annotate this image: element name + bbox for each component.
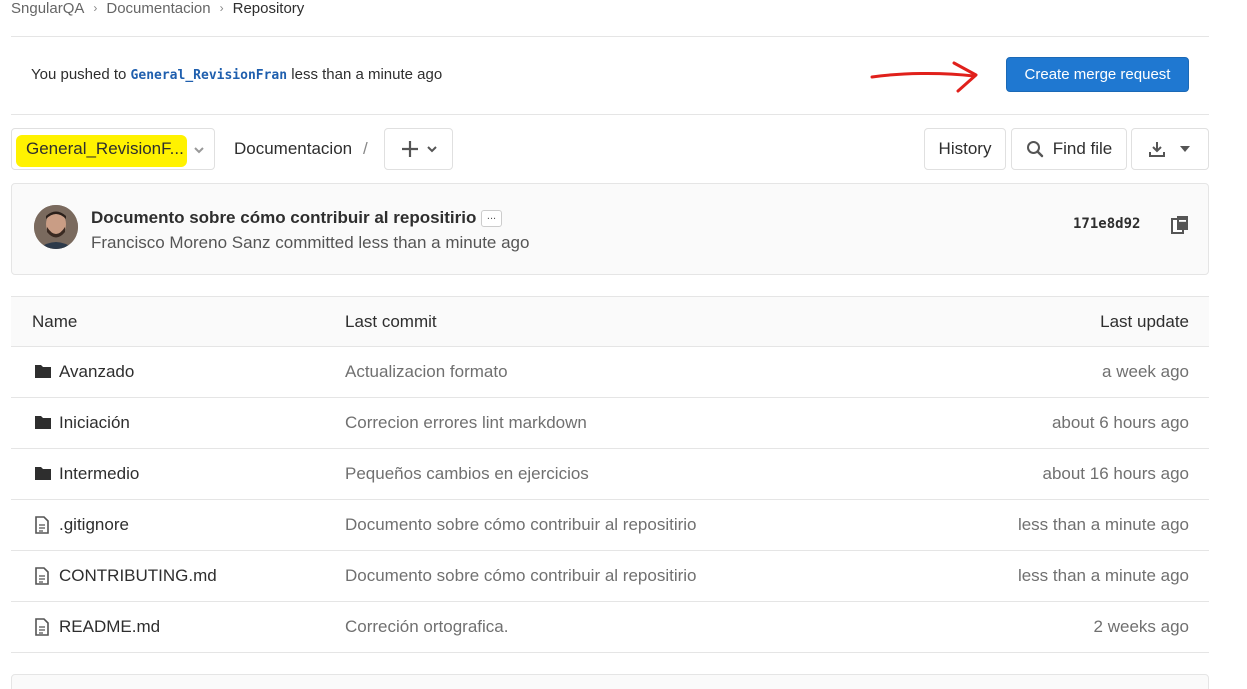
header-name: Name: [32, 312, 78, 331]
create-merge-request-button[interactable]: Create merge request: [1006, 57, 1189, 92]
file-icon: [35, 516, 49, 534]
push-message: You pushed to General_RevisionFran less …: [31, 66, 442, 83]
find-file-button[interactable]: Find file: [1011, 128, 1127, 170]
file-name[interactable]: CONTRIBUTING.md: [59, 566, 217, 586]
folder-icon: [35, 365, 51, 378]
find-file-label: Find file: [1052, 139, 1113, 158]
file-table: Name Last commit Last update Avanzado Ac…: [11, 296, 1209, 653]
expand-commit-button[interactable]: ...: [481, 210, 502, 227]
pushed-branch-name[interactable]: General_RevisionFran: [131, 68, 288, 83]
table-row[interactable]: Iniciación Correcion errores lint markdo…: [11, 398, 1209, 449]
last-update: less than a minute ago: [1017, 566, 1189, 585]
chevron-down-icon: [426, 146, 437, 153]
chevron-down-icon: [1180, 146, 1190, 152]
file-icon: [35, 618, 49, 636]
path-segment[interactable]: Documentacion: [234, 139, 352, 159]
branch-name: General_RevisionF...: [26, 139, 184, 158]
download-button[interactable]: [1131, 128, 1209, 170]
push-time: less than a minute ago: [291, 66, 443, 83]
table-row[interactable]: Intermedio Pequeños cambios en ejercicio…: [11, 449, 1209, 500]
search-icon: [1026, 141, 1043, 158]
commit-time: committed less than a minute ago: [275, 233, 530, 252]
breadcrumb-separator-icon: ›: [93, 1, 98, 15]
commit-message[interactable]: Actualizacion formato: [345, 362, 508, 382]
commit-message[interactable]: Documento sobre cómo contribuir al repos…: [345, 566, 697, 586]
last-update: about 16 hours ago: [1042, 464, 1189, 483]
chevron-down-icon: [194, 147, 204, 154]
breadcrumb-current[interactable]: Repository: [233, 0, 305, 17]
table-row[interactable]: README.md Correción ortografica. 2 weeks…: [11, 602, 1209, 653]
last-update: 2 weeks ago: [1093, 617, 1189, 636]
repo-toolbar: General_RevisionF... Documentacion / His…: [11, 128, 1209, 170]
file-name[interactable]: Iniciación: [59, 413, 130, 433]
table-row[interactable]: CONTRIBUTING.md Documento sobre cómo con…: [11, 551, 1209, 602]
commit-meta: Francisco Moreno Sanz committed less tha…: [91, 233, 529, 253]
file-name[interactable]: Intermedio: [59, 464, 139, 484]
path-separator: /: [363, 139, 368, 158]
readme-box: [11, 674, 1209, 689]
breadcrumb-project[interactable]: Documentacion: [106, 0, 210, 17]
breadcrumb-group[interactable]: SngularQA: [11, 0, 84, 17]
table-row[interactable]: Avanzado Actualizacion formato a week ag…: [11, 347, 1209, 398]
commit-title[interactable]: Documento sobre cómo contribuir al repos…: [91, 208, 476, 228]
table-row[interactable]: .gitignore Documento sobre cómo contribu…: [11, 500, 1209, 551]
file-icon: [35, 567, 49, 585]
commit-message[interactable]: Pequeños cambios en ejercicios: [345, 464, 589, 484]
breadcrumb: SngularQA › Documentacion › Repository: [11, 0, 305, 17]
push-prefix: You pushed to: [31, 66, 127, 83]
commit-message[interactable]: Documento sobre cómo contribuir al repos…: [345, 515, 697, 535]
breadcrumb-separator-icon: ›: [219, 1, 224, 15]
commit-author[interactable]: Francisco Moreno Sanz: [91, 233, 271, 252]
add-to-tree-button[interactable]: [384, 128, 453, 170]
last-commit-box: Documento sobre cómo contribuir al repos…: [11, 183, 1209, 275]
table-header: Name Last commit Last update: [11, 296, 1209, 347]
folder-icon: [35, 416, 51, 429]
folder-icon: [35, 467, 51, 480]
file-name[interactable]: README.md: [59, 617, 160, 637]
file-name[interactable]: Avanzado: [59, 362, 134, 382]
last-update: a week ago: [1102, 362, 1189, 381]
file-name[interactable]: .gitignore: [59, 515, 129, 535]
download-icon: [1149, 142, 1165, 157]
last-update: less than a minute ago: [1017, 515, 1189, 534]
header-last-commit: Last commit: [345, 312, 437, 331]
push-banner: You pushed to General_RevisionFran less …: [11, 37, 1209, 115]
annotation-arrow-icon: [870, 61, 978, 93]
plus-icon: [401, 141, 418, 157]
commit-message[interactable]: Correcion errores lint markdown: [345, 413, 587, 433]
copy-icon[interactable]: [1170, 215, 1190, 235]
last-update: about 6 hours ago: [1051, 413, 1189, 432]
commit-sha[interactable]: 171e8d92: [1073, 216, 1140, 232]
header-last-update: Last update: [1100, 312, 1189, 331]
history-button[interactable]: History: [924, 128, 1006, 170]
commit-message[interactable]: Correción ortografica.: [345, 617, 508, 637]
avatar[interactable]: [34, 205, 78, 249]
branch-select[interactable]: General_RevisionF...: [11, 128, 215, 170]
